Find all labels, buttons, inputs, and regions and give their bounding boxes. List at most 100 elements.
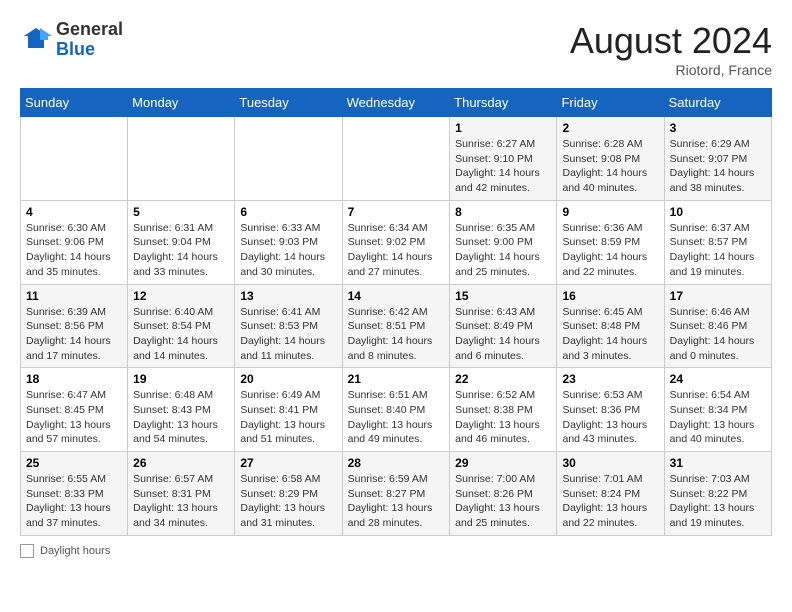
footer-box-icon bbox=[20, 544, 34, 558]
calendar-day-header: Wednesday bbox=[342, 89, 450, 117]
calendar-header-row: SundayMondayTuesdayWednesdayThursdayFrid… bbox=[21, 89, 772, 117]
calendar-cell bbox=[235, 117, 342, 201]
day-detail: Sunrise: 6:29 AM Sunset: 9:07 PM Dayligh… bbox=[670, 137, 766, 196]
day-detail: Sunrise: 6:36 AM Sunset: 8:59 PM Dayligh… bbox=[562, 221, 658, 280]
calendar-cell: 15 Sunrise: 6:43 AM Sunset: 8:49 PM Dayli… bbox=[450, 284, 557, 368]
calendar-cell: 7 Sunrise: 6:34 AM Sunset: 9:02 PM Daylig… bbox=[342, 200, 450, 284]
calendar-cell: 16 Sunrise: 6:45 AM Sunset: 8:48 PM Dayli… bbox=[557, 284, 664, 368]
calendar-day-header: Friday bbox=[557, 89, 664, 117]
calendar-cell: 31 Sunrise: 7:03 AM Sunset: 8:22 PM Dayli… bbox=[664, 452, 771, 536]
day-number: 28 bbox=[348, 456, 445, 470]
calendar-cell: 14 Sunrise: 6:42 AM Sunset: 8:51 PM Dayli… bbox=[342, 284, 450, 368]
day-number: 24 bbox=[670, 372, 766, 386]
day-number: 25 bbox=[26, 456, 122, 470]
day-number: 9 bbox=[562, 205, 658, 219]
day-number: 31 bbox=[670, 456, 766, 470]
day-detail: Sunrise: 6:42 AM Sunset: 8:51 PM Dayligh… bbox=[348, 305, 445, 364]
calendar-cell: 28Sunrise: 6:59 AM Sunset: 8:27 PM Dayli… bbox=[342, 452, 450, 536]
day-detail: Sunrise: 6:43 AM Sunset: 8:49 PM Dayligh… bbox=[455, 305, 551, 364]
day-detail: Sunrise: 6:45 AM Sunset: 8:48 PM Dayligh… bbox=[562, 305, 658, 364]
day-detail: Sunrise: 6:28 AM Sunset: 9:08 PM Dayligh… bbox=[562, 137, 658, 196]
calendar-week-row: 18Sunrise: 6:47 AM Sunset: 8:45 PM Dayli… bbox=[21, 368, 772, 452]
logo: General Blue bbox=[20, 20, 123, 60]
day-number: 30 bbox=[562, 456, 658, 470]
day-number: 12 bbox=[133, 289, 229, 303]
day-detail: Sunrise: 6:52 AM Sunset: 8:38 PM Dayligh… bbox=[455, 388, 551, 447]
day-number: 17 bbox=[670, 289, 766, 303]
day-detail: Sunrise: 7:01 AM Sunset: 8:24 PM Dayligh… bbox=[562, 472, 658, 531]
calendar-cell: 6Sunrise: 6:33 AM Sunset: 9:03 PM Daylig… bbox=[235, 200, 342, 284]
calendar-cell: 1 Sunrise: 6:27 AM Sunset: 9:10 PM Daylig… bbox=[450, 117, 557, 201]
calendar-cell: 21 Sunrise: 6:51 AM Sunset: 8:40 PM Dayli… bbox=[342, 368, 450, 452]
calendar-cell: 26 Sunrise: 6:57 AM Sunset: 8:31 PM Dayli… bbox=[128, 452, 235, 536]
calendar-cell: 12 Sunrise: 6:40 AM Sunset: 8:54 PM Dayli… bbox=[128, 284, 235, 368]
day-detail: Sunrise: 7:03 AM Sunset: 8:22 PM Dayligh… bbox=[670, 472, 766, 531]
calendar-cell: 24 Sunrise: 6:54 AM Sunset: 8:34 PM Dayli… bbox=[664, 368, 771, 452]
calendar-cell: 20 Sunrise: 6:49 AM Sunset: 8:41 PM Dayli… bbox=[235, 368, 342, 452]
footer-label: Daylight hours bbox=[40, 545, 110, 557]
calendar-cell: 13 Sunrise: 6:41 AM Sunset: 8:53 PM Dayli… bbox=[235, 284, 342, 368]
calendar-cell: 5Sunrise: 6:31 AM Sunset: 9:04 PM Daylig… bbox=[128, 200, 235, 284]
calendar-week-row: 4Sunrise: 6:30 AM Sunset: 9:06 PM Daylig… bbox=[21, 200, 772, 284]
calendar-cell: 22 Sunrise: 6:52 AM Sunset: 8:38 PM Dayli… bbox=[450, 368, 557, 452]
calendar-day-header: Monday bbox=[128, 89, 235, 117]
day-number: 15 bbox=[455, 289, 551, 303]
day-number: 21 bbox=[348, 372, 445, 386]
calendar-cell: 18Sunrise: 6:47 AM Sunset: 8:45 PM Dayli… bbox=[21, 368, 128, 452]
calendar-cell: 30 Sunrise: 7:01 AM Sunset: 8:24 PM Dayli… bbox=[557, 452, 664, 536]
day-number: 2 bbox=[562, 121, 658, 135]
day-detail: Sunrise: 6:54 AM Sunset: 8:34 PM Dayligh… bbox=[670, 388, 766, 447]
calendar-week-row: 25 Sunrise: 6:55 AM Sunset: 8:33 PM Dayli… bbox=[21, 452, 772, 536]
day-detail: Sunrise: 6:51 AM Sunset: 8:40 PM Dayligh… bbox=[348, 388, 445, 447]
calendar-cell: 2 Sunrise: 6:28 AM Sunset: 9:08 PM Daylig… bbox=[557, 117, 664, 201]
calendar-day-header: Thursday bbox=[450, 89, 557, 117]
day-detail: Sunrise: 6:57 AM Sunset: 8:31 PM Dayligh… bbox=[133, 472, 229, 531]
day-number: 5 bbox=[133, 205, 229, 219]
day-number: 8 bbox=[455, 205, 551, 219]
calendar-cell: 9 Sunrise: 6:36 AM Sunset: 8:59 PM Daylig… bbox=[557, 200, 664, 284]
day-number: 20 bbox=[240, 372, 336, 386]
day-number: 18 bbox=[26, 372, 122, 386]
calendar-cell: 3 Sunrise: 6:29 AM Sunset: 9:07 PM Daylig… bbox=[664, 117, 771, 201]
day-number: 7 bbox=[348, 205, 445, 219]
calendar-cell: 8 Sunrise: 6:35 AM Sunset: 9:00 PM Daylig… bbox=[450, 200, 557, 284]
day-detail: Sunrise: 6:49 AM Sunset: 8:41 PM Dayligh… bbox=[240, 388, 336, 447]
day-number: 14 bbox=[348, 289, 445, 303]
calendar-week-row: 1 Sunrise: 6:27 AM Sunset: 9:10 PM Daylig… bbox=[21, 117, 772, 201]
day-detail: Sunrise: 6:48 AM Sunset: 8:43 PM Dayligh… bbox=[133, 388, 229, 447]
day-detail: Sunrise: 6:35 AM Sunset: 9:00 PM Dayligh… bbox=[455, 221, 551, 280]
calendar-cell: 27 Sunrise: 6:58 AM Sunset: 8:29 PM Dayli… bbox=[235, 452, 342, 536]
calendar-week-row: 11Sunrise: 6:39 AM Sunset: 8:56 PM Dayli… bbox=[21, 284, 772, 368]
calendar-cell: 25 Sunrise: 6:55 AM Sunset: 8:33 PM Dayli… bbox=[21, 452, 128, 536]
day-detail: Sunrise: 6:27 AM Sunset: 9:10 PM Dayligh… bbox=[455, 137, 551, 196]
day-detail: Sunrise: 6:33 AM Sunset: 9:03 PM Dayligh… bbox=[240, 221, 336, 280]
day-number: 13 bbox=[240, 289, 336, 303]
calendar-cell: 19Sunrise: 6:48 AM Sunset: 8:43 PM Dayli… bbox=[128, 368, 235, 452]
day-detail: Sunrise: 6:55 AM Sunset: 8:33 PM Dayligh… bbox=[26, 472, 122, 531]
day-number: 11 bbox=[26, 289, 122, 303]
day-detail: Sunrise: 6:41 AM Sunset: 8:53 PM Dayligh… bbox=[240, 305, 336, 364]
calendar-cell bbox=[21, 117, 128, 201]
logo-icon bbox=[20, 26, 52, 54]
day-detail: Sunrise: 6:34 AM Sunset: 9:02 PM Dayligh… bbox=[348, 221, 445, 280]
day-number: 1 bbox=[455, 121, 551, 135]
calendar-cell bbox=[342, 117, 450, 201]
logo-blue-text: Blue bbox=[56, 40, 123, 60]
location-text: Riotord, France bbox=[570, 62, 772, 78]
day-number: 3 bbox=[670, 121, 766, 135]
calendar-cell: 4Sunrise: 6:30 AM Sunset: 9:06 PM Daylig… bbox=[21, 200, 128, 284]
day-number: 22 bbox=[455, 372, 551, 386]
calendar-cell: 23Sunrise: 6:53 AM Sunset: 8:36 PM Dayli… bbox=[557, 368, 664, 452]
day-number: 27 bbox=[240, 456, 336, 470]
title-block: August 2024 Riotord, France bbox=[570, 20, 772, 78]
calendar-day-header: Sunday bbox=[21, 89, 128, 117]
calendar-cell: 17Sunrise: 6:46 AM Sunset: 8:46 PM Dayli… bbox=[664, 284, 771, 368]
calendar-cell: 29Sunrise: 7:00 AM Sunset: 8:26 PM Dayli… bbox=[450, 452, 557, 536]
day-detail: Sunrise: 6:40 AM Sunset: 8:54 PM Dayligh… bbox=[133, 305, 229, 364]
day-number: 26 bbox=[133, 456, 229, 470]
calendar-cell bbox=[128, 117, 235, 201]
month-year-title: August 2024 bbox=[570, 20, 772, 62]
day-number: 16 bbox=[562, 289, 658, 303]
day-detail: Sunrise: 6:58 AM Sunset: 8:29 PM Dayligh… bbox=[240, 472, 336, 531]
page-header: General Blue August 2024 Riotord, France bbox=[20, 20, 772, 78]
